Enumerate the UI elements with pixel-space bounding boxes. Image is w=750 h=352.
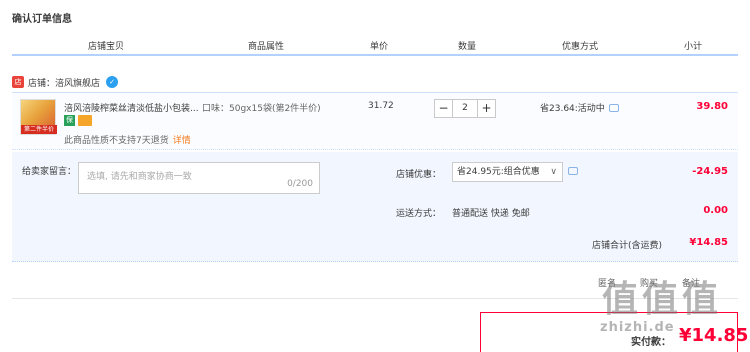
- message-char-count: 0/200: [287, 179, 313, 189]
- return-policy-note: 此商品性质不支持7天退货 详情: [64, 133, 191, 146]
- thumbnail-badge: 第二件半价: [21, 125, 57, 134]
- column-header: 店铺宝贝 商品属性 单价 数量 优惠方式 小计: [12, 32, 738, 56]
- seller-message-input[interactable]: 选填, 请先和商家协商一致 0/200: [78, 162, 320, 194]
- pay-amount: ¥14.85: [679, 325, 749, 346]
- quantity-input[interactable]: 2: [453, 99, 477, 118]
- chevron-down-icon: ∨: [550, 167, 557, 177]
- quantity-increase-button[interactable]: +: [477, 99, 496, 118]
- product-title-link[interactable]: 涪风涪陵榨菜丝清淡低盐小包装...: [64, 101, 204, 114]
- shipping-method: 普通配送 快递 免邮: [452, 209, 530, 219]
- chat-wangwang-icon[interactable]: ✓: [106, 76, 119, 88]
- payment-summary-box: 实付款： ¥14.85: [480, 312, 748, 352]
- col-promotion: 优惠方式: [562, 42, 599, 52]
- cart-item-row: 第二件半价 涪风涪陵榨菜丝清淡低盐小包装... 保 此商品性质不支持7天退货 详情…: [12, 92, 738, 150]
- page-title: 确认订单信息: [12, 14, 72, 25]
- return-policy-text: 此商品性质不支持7天退货: [64, 136, 169, 146]
- promotion-text: 省23.64:活动中: [540, 104, 605, 114]
- promotion-info: 省23.64:活动中: [540, 101, 619, 114]
- col-subtotal: 小计: [684, 42, 703, 52]
- unit-price: 31.72: [368, 101, 394, 111]
- shop-total-label: 店铺合计(含运费): [591, 241, 662, 251]
- seller-message-label: 给卖家留言：: [22, 167, 77, 177]
- promo-message-icon[interactable]: [608, 103, 619, 112]
- shop-line: 店 店铺：涪风旗舰店 ✓: [12, 74, 119, 90]
- anonymous-option[interactable]: 匿名: [598, 276, 616, 289]
- purchase-option[interactable]: 购买: [640, 276, 658, 289]
- remark-option[interactable]: 备注: [682, 276, 700, 289]
- service-badges: 保: [64, 115, 92, 126]
- quantity-stepper: − 2 +: [434, 99, 496, 118]
- shop-discount-selected: 省24.95元:组合优惠: [457, 167, 540, 177]
- shop-discount-select[interactable]: 省24.95元:组合优惠 ∨: [452, 162, 563, 182]
- quantity-decrease-button[interactable]: −: [434, 99, 453, 118]
- pay-label: 实付款：: [631, 337, 671, 348]
- guarantee-icon: 保: [64, 115, 75, 126]
- shop-name-link[interactable]: 店铺：涪风旗舰店: [28, 76, 100, 89]
- section-divider: [12, 298, 738, 299]
- col-shop-items: 店铺宝贝: [88, 42, 125, 52]
- discount-message-icon[interactable]: [568, 167, 578, 175]
- shop-icon: 店: [12, 76, 24, 88]
- item-subtotal: 39.80: [696, 101, 728, 112]
- shipping-fee: 0.00: [703, 205, 728, 216]
- discount-amount: -24.95: [692, 166, 728, 177]
- order-options-footer: 匿名 购买 备注: [598, 276, 700, 289]
- shipping-label: 运送方式：: [396, 209, 442, 219]
- col-attributes: 商品属性: [248, 42, 285, 52]
- return-policy-details-link[interactable]: 详情: [173, 136, 191, 146]
- order-options-panel: 给卖家留言： 选填, 请先和商家协商一致 0/200 店铺优惠： 省24.95元…: [12, 152, 738, 262]
- col-quantity: 数量: [458, 42, 477, 52]
- shop-total-value: ¥14.85: [689, 237, 728, 248]
- product-thumbnail[interactable]: 第二件半价: [20, 99, 57, 135]
- col-unit-price: 单价: [370, 42, 389, 52]
- product-sku: 口味：50gx15袋(第2件半价): [202, 104, 321, 114]
- credit-card-icon: [78, 115, 92, 126]
- seller-message-placeholder: 选填, 请先和商家协商一致: [87, 172, 192, 182]
- shop-discount-label: 店铺优惠：: [396, 170, 442, 180]
